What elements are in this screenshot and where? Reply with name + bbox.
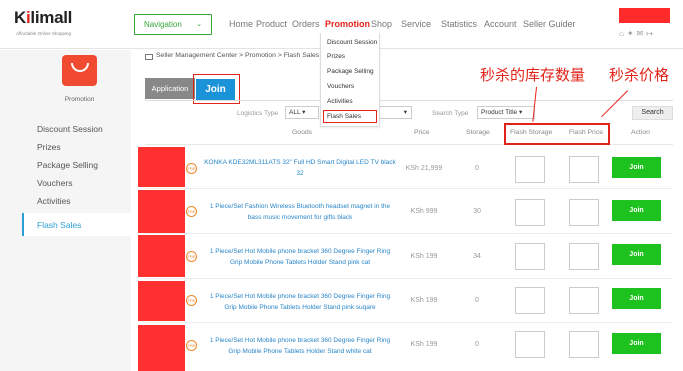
flash-price-input[interactable] xyxy=(569,243,599,270)
menu-account[interactable]: Account xyxy=(484,19,517,29)
product-price: KSh 199 xyxy=(410,253,438,260)
product-thumbnail-redacted[interactable] xyxy=(138,235,185,277)
product-price: KSh 21,999 xyxy=(405,165,443,172)
dropdown-item-package-selling[interactable]: Package Selling xyxy=(327,68,374,75)
promotion-bag-icon xyxy=(62,55,97,86)
flash-sales-highlight-box xyxy=(323,110,377,123)
column-price: Price xyxy=(414,129,430,136)
logistics-type-label: Logistics Type xyxy=(237,110,279,117)
free-shipping-badge: FRE xyxy=(186,295,197,306)
dropdown-item-vouchers[interactable]: Vouchers xyxy=(327,83,354,90)
user-avatar-redacted[interactable] xyxy=(619,8,670,23)
product-thumbnail-redacted[interactable] xyxy=(138,190,185,233)
row-divider xyxy=(145,188,673,189)
column-goods: Goods xyxy=(292,129,313,136)
product-thumbnail-redacted[interactable] xyxy=(138,325,185,371)
logout-icon[interactable]: ↦ xyxy=(646,29,656,38)
flash-price-input[interactable] xyxy=(569,199,599,226)
join-button[interactable]: Join xyxy=(612,200,661,221)
annotation-flash-price: 秒杀价格 xyxy=(609,66,670,84)
product-price: KSh 199 xyxy=(410,341,438,348)
sidebar-section-label: Promotion xyxy=(64,96,95,103)
annotation-flash-storage: 秒杀的库存数量 xyxy=(480,66,586,84)
home-icon[interactable]: ⌂ xyxy=(619,29,627,38)
flash-price-input[interactable] xyxy=(569,287,599,314)
product-storage: 30 xyxy=(473,208,481,215)
product-storage: 0 xyxy=(475,341,479,348)
sidebar-item-vouchers[interactable]: Vouchers xyxy=(37,178,72,188)
flash-storage-input[interactable] xyxy=(515,199,545,226)
menu-shop[interactable]: Shop xyxy=(371,19,392,29)
navigation-button[interactable]: Navigation ⌄ xyxy=(134,14,212,35)
product-price: KSh 999 xyxy=(410,208,438,215)
product-title-link[interactable]: 1 Piece/Set Hot Mobile phone bracket 360… xyxy=(204,246,396,268)
menu-statistics[interactable]: Statistics xyxy=(441,19,477,29)
row-divider xyxy=(145,233,673,234)
free-shipping-badge: FRE xyxy=(186,206,197,217)
promotion-dropdown-menu: Discount Session Prizes Package Selling … xyxy=(320,33,380,127)
column-storage: Storage xyxy=(466,129,490,136)
join-button[interactable]: Join xyxy=(612,157,661,178)
join-button[interactable]: Join xyxy=(612,244,661,265)
free-shipping-badge: FRE xyxy=(186,163,197,174)
sidebar-item-package-selling[interactable]: Package Selling xyxy=(37,160,98,170)
flash-price-input[interactable] xyxy=(569,331,599,358)
dropdown-item-discount-session[interactable]: Discount Session xyxy=(327,39,377,46)
free-shipping-badge: FRE xyxy=(186,251,197,262)
row-divider xyxy=(145,278,673,279)
logo-tagline: Affordable Online Shopping xyxy=(16,31,71,36)
sidebar-item-activities[interactable]: Activities xyxy=(37,196,71,206)
mail-icon[interactable]: ✉ xyxy=(637,29,647,38)
tab-application[interactable]: Application xyxy=(145,78,195,99)
flash-storage-input[interactable] xyxy=(515,331,545,358)
kilimall-logo[interactable]: Kilimall Affordable Online Shopping xyxy=(14,8,134,42)
menu-product[interactable]: Product xyxy=(256,19,287,29)
annotation-arrow-price xyxy=(601,90,628,118)
flash-storage-input[interactable] xyxy=(515,287,545,314)
join-button[interactable]: Join xyxy=(612,288,661,309)
search-button[interactable]: Search xyxy=(632,106,673,120)
dropdown-item-activities[interactable]: Activities xyxy=(327,98,353,105)
tab-divider xyxy=(145,100,673,101)
product-title-link[interactable]: 1 Piece/Set Fashion Wireless Bluetooth h… xyxy=(204,201,396,223)
product-title-link[interactable]: 1 Piece/Set Hot Mobile phone bracket 360… xyxy=(204,291,396,313)
product-title-link[interactable]: KONKA KDE32ML311ATS 32" Full HD Smart Di… xyxy=(204,157,396,179)
flash-columns-highlight-box xyxy=(504,123,610,145)
search-type-select[interactable]: Product Title ▾ xyxy=(477,106,535,119)
row-divider xyxy=(145,322,673,323)
sidebar-active-indicator xyxy=(22,213,24,236)
product-thumbnail-redacted[interactable] xyxy=(138,281,185,321)
monitor-icon xyxy=(145,54,153,60)
product-storage: 0 xyxy=(475,165,479,172)
sidebar-item-flash-sales[interactable]: Flash Sales xyxy=(37,220,81,230)
menu-home[interactable]: Home xyxy=(229,19,253,29)
product-title-link[interactable]: 1 Piece/Set Hot Mobile phone bracket 360… xyxy=(204,335,396,357)
free-shipping-badge: FRE xyxy=(186,340,197,351)
flash-storage-input[interactable] xyxy=(515,156,545,183)
sidebar-item-discount-session[interactable]: Discount Session xyxy=(37,124,103,134)
breadcrumb: Seller Management Center > Promotion > F… xyxy=(156,52,320,59)
menu-seller-guider[interactable]: Seller Guider xyxy=(523,19,576,29)
header-icons: ⌂✦✉↦ xyxy=(619,29,656,38)
flash-storage-input[interactable] xyxy=(515,243,545,270)
wrench-icon[interactable]: ✦ xyxy=(627,29,637,38)
menu-service[interactable]: Service xyxy=(401,19,431,29)
menu-promotion[interactable]: Promotion xyxy=(325,19,370,29)
dropdown-item-prizes[interactable]: Prizes xyxy=(327,53,345,60)
logistics-type-select[interactable]: ALL ▾ xyxy=(285,106,319,119)
product-price: KSh 199 xyxy=(410,297,438,304)
product-thumbnail-redacted[interactable] xyxy=(138,147,185,187)
search-type-label: Search Type xyxy=(432,110,469,117)
product-storage: 0 xyxy=(475,297,479,304)
flash-price-input[interactable] xyxy=(569,156,599,183)
product-storage: 34 xyxy=(473,253,481,260)
menu-orders[interactable]: Orders xyxy=(292,19,320,29)
chevron-down-icon: ⌄ xyxy=(196,21,202,28)
sidebar-item-prizes[interactable]: Prizes xyxy=(37,142,61,152)
join-button[interactable]: Join xyxy=(612,333,661,354)
column-action: Action xyxy=(631,129,650,136)
